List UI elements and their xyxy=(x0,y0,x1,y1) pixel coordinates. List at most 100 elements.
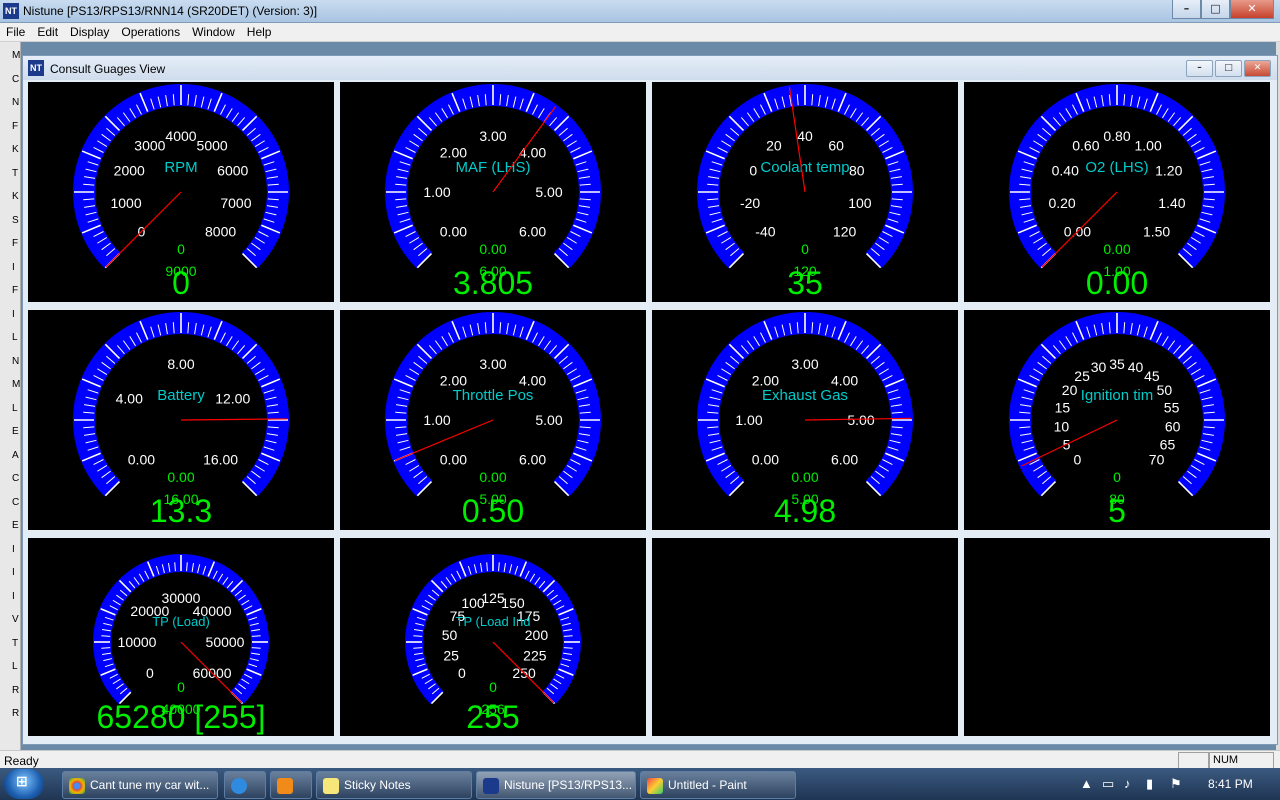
gauge-tick-label: 70 xyxy=(1149,452,1165,468)
left-panel-letter: V xyxy=(12,614,19,625)
gauge-tick-label: 225 xyxy=(523,648,547,664)
gauge-readout: 3.805 xyxy=(453,265,533,301)
gauge-tick-label: 10000 xyxy=(118,634,157,650)
gauge-name: Battery xyxy=(157,387,205,404)
taskbar-sticky-notes-button[interactable]: Sticky Notes xyxy=(316,771,472,799)
gauge-tick-label: 1.50 xyxy=(1143,224,1170,240)
gauge-panel: 0.00 4.00 8.00 12.00 16.00 Battery 0.00 16.00 13… xyxy=(28,310,334,530)
gauge-tick-label: 20 xyxy=(766,137,782,153)
paint-icon xyxy=(647,777,663,794)
gauge-tick-label: 5.00 xyxy=(847,412,874,428)
gauge-svg: 0.00 1.00 2.00 3.00 4.00 5.00 6.00 MAF (LHS) 0.0… xyxy=(385,84,601,301)
left-panel-letter: S xyxy=(12,214,19,226)
gauge-tick-label: 1.00 xyxy=(423,184,450,200)
gauge-tick-label: 6.00 xyxy=(519,452,546,468)
gauge-svg: 0.00 0.20 0.40 0.600.801.00 1.20 1.40 1.50 O2 (… xyxy=(1009,84,1225,301)
gauge-name: TP (Load Ind xyxy=(456,614,531,629)
gauge-tick-label: 100 xyxy=(848,195,872,211)
app-titlebar[interactable]: NT Nistune [PS13/RPS13/RNN14 (SR20DET) (… xyxy=(0,0,1280,23)
menu-display[interactable]: Display xyxy=(64,23,115,39)
app-title: Nistune [PS13/RPS13/RNN14 (SR20DET) (Ver… xyxy=(23,4,318,18)
left-panel-letter: T xyxy=(12,167,19,179)
gauge-tick-label: 12.00 xyxy=(215,391,250,407)
gauge-svg: -40-20020406080100120Coolant temp012035 xyxy=(697,84,913,301)
status-bar: Ready NUM xyxy=(0,750,1280,769)
gauge-readout: 0.50 xyxy=(462,493,524,529)
gauge-tick xyxy=(486,562,488,572)
gauge-tick-label: 0.40 xyxy=(1052,163,1079,179)
gauge-panel: 0.00 1.00 2.00 3.00 4.00 5.00 6.00 Throttle Pos… xyxy=(340,310,646,530)
left-panel-letter: C xyxy=(12,473,20,484)
gauge-panel: 0510152025303540455055606570Ignition tim… xyxy=(964,310,1270,530)
gauge-tick-label: 6000 xyxy=(217,163,248,179)
gauge-tick-label: 50000 xyxy=(206,634,245,650)
gauge-min-label: 0.00 xyxy=(479,469,506,485)
menu-operations[interactable]: Operations xyxy=(115,23,186,39)
gauge-tick-label: 0.00 xyxy=(440,224,467,240)
gauge-tick-label: 4.00 xyxy=(831,372,858,388)
gauge-tick-label: 8.00 xyxy=(167,356,194,372)
left-panel-letter: N xyxy=(12,97,20,108)
gauge-min-label: 0.00 xyxy=(791,469,818,485)
taskbar-sticky-label: Sticky Notes xyxy=(344,778,411,792)
menu-window[interactable]: Window xyxy=(186,23,241,39)
gauge-svg: 0.004.008.0012.0016.00Battery0.0016.0013… xyxy=(73,312,289,529)
menu-file[interactable]: File xyxy=(0,23,31,39)
show-hidden-icons-icon[interactable]: ▲ xyxy=(1080,776,1093,791)
gauge-tick-label: 1000 xyxy=(110,195,141,211)
maximize-button[interactable]: □ xyxy=(1201,0,1230,19)
gauge-readout: 35 xyxy=(787,265,823,301)
left-panel-letter: I xyxy=(12,543,15,555)
menu-help[interactable]: Help xyxy=(241,23,278,39)
gauge-min-label: 0.00 xyxy=(479,241,506,257)
gauge-name: Throttle Pos xyxy=(453,387,534,404)
action-center-icon[interactable]: ⚑ xyxy=(1170,776,1182,792)
left-panel-letter: K xyxy=(12,144,19,155)
taskbar-media-button[interactable] xyxy=(270,771,312,799)
start-button[interactable]: ⊞ xyxy=(4,769,44,799)
gauge-name: TP (Load) xyxy=(152,614,210,629)
gauge-tick-label: 3.00 xyxy=(791,356,818,372)
gauge-tick-label: 4.00 xyxy=(519,372,546,388)
nistune-child-icon[interactable]: NT xyxy=(28,60,44,76)
gauge-tick xyxy=(251,635,261,637)
gauge-tick-label: 1.00 xyxy=(1134,137,1161,153)
gauge-tick xyxy=(413,647,423,649)
gauge-tick-label: -40 xyxy=(755,224,775,240)
taskbar-nistune-button[interactable]: Nistune [PS13/RPS13... xyxy=(476,771,636,799)
taskbar-paint-button[interactable]: Untitled - Paint xyxy=(640,771,796,799)
gauge-tick xyxy=(498,562,500,572)
gauge-name: Ignition tim xyxy=(1081,387,1154,404)
child-minimize-button[interactable]: – xyxy=(1186,60,1213,77)
child-maximize-button[interactable]: □ xyxy=(1215,60,1242,77)
signal-icon[interactable]: ▮ xyxy=(1146,776,1153,792)
gauge-readout: 0.00 xyxy=(1086,265,1148,301)
gauge-panel-empty xyxy=(652,538,958,736)
volume-icon[interactable]: ♪ xyxy=(1124,776,1131,791)
close-button[interactable]: ✕ xyxy=(1230,0,1274,19)
taskbar-ie-button[interactable] xyxy=(224,771,266,799)
taskbar-chrome-button[interactable]: Cant tune my car wit... xyxy=(62,771,218,799)
gauge-min-label: 0 xyxy=(177,679,185,695)
gauge-panel: 0.00 0.20 0.40 0.600.801.00 1.20 1.40 1.50 O2 (… xyxy=(964,82,1270,302)
gauge-readout: 65280 [255] xyxy=(96,699,265,735)
gauge-tick xyxy=(413,635,423,637)
chrome-icon xyxy=(69,777,85,794)
left-panel-letter: L xyxy=(12,332,18,343)
nistune-app-icon[interactable]: NT xyxy=(3,3,19,19)
left-panel-letter: I xyxy=(12,308,15,320)
gauge-tick-label: 60 xyxy=(828,137,844,153)
left-panel-letter: K xyxy=(12,191,19,202)
menu-bar: File Edit Display Operations Window Help xyxy=(0,23,1280,42)
gauge-tick-label: 1.40 xyxy=(1158,195,1185,211)
minimize-button[interactable]: – xyxy=(1172,0,1201,19)
network-icon[interactable]: ▭ xyxy=(1102,776,1114,792)
left-panel-letter: F xyxy=(12,285,19,296)
menu-edit[interactable]: Edit xyxy=(31,23,64,39)
taskbar-clock[interactable]: 8:41 PM xyxy=(1208,777,1253,791)
child-titlebar[interactable]: NT Consult Guages View – □ ✕ xyxy=(23,56,1277,80)
left-panel-letter: C xyxy=(12,496,20,508)
gauge-tick xyxy=(563,635,573,637)
child-close-button[interactable]: ✕ xyxy=(1244,60,1271,77)
left-panel-letter: M xyxy=(12,379,21,390)
